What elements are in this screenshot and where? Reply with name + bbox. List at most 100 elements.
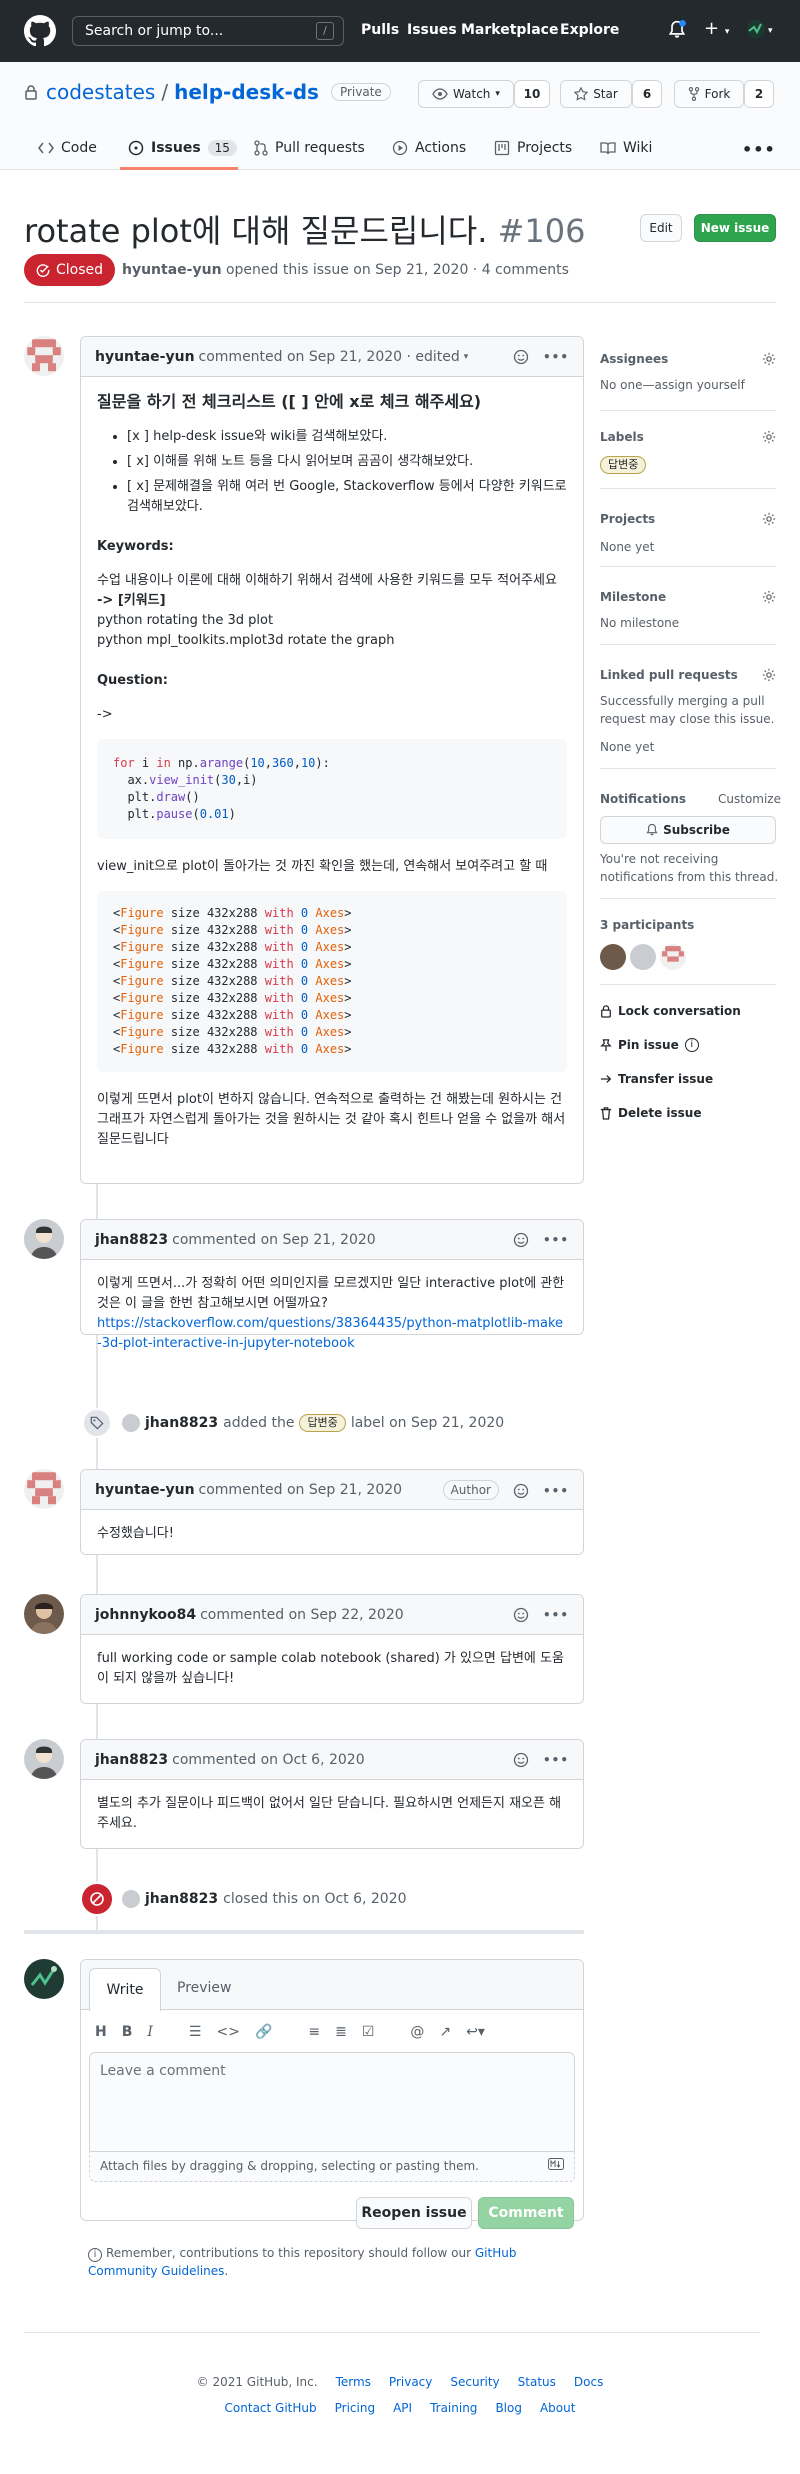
gear-icon[interactable]	[762, 512, 776, 526]
italic-icon[interactable]: I	[147, 2024, 153, 2040]
github-logo-icon[interactable]	[24, 15, 56, 47]
footer-link-terms[interactable]: Terms	[336, 2375, 371, 2389]
search-input[interactable]: Search or jump to...	[72, 16, 344, 46]
footer-link-training[interactable]: Training	[430, 2401, 477, 2415]
participant-avatar[interactable]	[600, 944, 626, 970]
kebab-menu-icon[interactable]: •••	[543, 1608, 569, 1622]
comment-author[interactable]: jhan8823	[95, 1752, 168, 1768]
nav-pulls[interactable]: Pulls	[361, 22, 399, 38]
avatar-jhan8823[interactable]	[24, 1219, 64, 1259]
reopen-issue-button[interactable]: Reopen issue	[356, 2197, 472, 2229]
footer-link-security[interactable]: Security	[450, 2375, 499, 2389]
attach-files-bar[interactable]: Attach files by dragging & dropping, sel…	[89, 2152, 575, 2182]
smiley-icon[interactable]	[513, 1483, 529, 1499]
repo-owner-link[interactable]: codestates	[46, 80, 155, 104]
sidebar-linked-title[interactable]: Linked pull requests	[600, 668, 738, 682]
unordered-list-icon[interactable]: ≡	[308, 2024, 320, 2040]
pin-issue-link[interactable]: Pin issue i	[600, 1038, 699, 1052]
gear-icon[interactable]	[762, 590, 776, 604]
avatar-jhan8823[interactable]	[24, 1739, 64, 1779]
link-icon[interactable]: 🔗	[255, 2024, 272, 2040]
footer-link-api[interactable]: API	[393, 2401, 412, 2415]
footer-link-privacy[interactable]: Privacy	[389, 2375, 432, 2389]
participant-avatar[interactable]	[630, 944, 656, 970]
more-horizontal-icon[interactable]: •••	[742, 140, 776, 159]
smiley-icon[interactable]	[513, 349, 529, 365]
label-pill[interactable]: 답변중	[600, 456, 647, 474]
lock-conversation-link[interactable]: Lock conversation	[600, 1004, 741, 1018]
sidebar-labels-title[interactable]: Labels	[600, 430, 644, 444]
tab-issues[interactable]: Issues 15	[128, 140, 237, 156]
participant-avatar[interactable]	[660, 944, 686, 970]
comment-author[interactable]: jhan8823	[95, 1232, 168, 1248]
event-actor[interactable]: jhan8823	[145, 1891, 218, 1907]
comment-author[interactable]: johnnykoo84	[95, 1607, 196, 1623]
star-button[interactable]: Star	[560, 80, 632, 108]
footer-link-status[interactable]: Status	[518, 2375, 556, 2389]
code-icon[interactable]: <>	[216, 2024, 239, 2040]
nav-issues[interactable]: Issues	[407, 22, 457, 38]
footer-link-blog[interactable]: Blog	[495, 2401, 522, 2415]
tab-projects[interactable]: Projects	[494, 140, 572, 156]
issue-author[interactable]: hyuntae-yun	[122, 262, 222, 278]
tab-actions[interactable]: Actions	[392, 140, 466, 156]
watch-button[interactable]: Watch ▾	[418, 80, 514, 108]
smiley-icon[interactable]	[513, 1752, 529, 1768]
avatar-hyuntae-yun[interactable]	[24, 336, 64, 376]
avatar-current-user[interactable]	[24, 1959, 64, 1999]
user-avatar-menu[interactable]: ▾	[746, 19, 778, 39]
footer-link-pricing[interactable]: Pricing	[335, 2401, 375, 2415]
mention-icon[interactable]: @	[410, 2024, 424, 2040]
sidebar-milestone-title[interactable]: Milestone	[600, 590, 666, 604]
avatar-jhan8823-small[interactable]	[122, 1890, 140, 1908]
tab-write[interactable]: Write	[89, 1968, 161, 2011]
cross-reference-icon[interactable]: ↗	[439, 2024, 451, 2040]
kebab-menu-icon[interactable]: •••	[543, 1484, 569, 1498]
tab-preview[interactable]: Preview	[177, 1980, 232, 1996]
fork-count[interactable]: 2	[744, 80, 774, 108]
task-list-icon[interactable]: ☑	[362, 2024, 375, 2040]
sidebar-assignees-value[interactable]: No one—assign yourself	[600, 378, 745, 392]
avatar-jhan8823-small[interactable]	[122, 1414, 140, 1432]
event-actor[interactable]: jhan8823	[145, 1415, 218, 1431]
star-count[interactable]: 6	[632, 80, 662, 108]
bold-icon[interactable]: B	[122, 2024, 133, 2040]
watch-count[interactable]: 10	[514, 80, 550, 108]
sidebar-label[interactable]: 답변중	[600, 456, 647, 474]
transfer-issue-link[interactable]: Transfer issue	[600, 1072, 713, 1086]
gear-icon[interactable]	[762, 668, 776, 682]
repo-name-link[interactable]: help-desk-ds	[174, 80, 319, 104]
edit-title-button[interactable]: Edit	[640, 214, 682, 242]
comment-author[interactable]: hyuntae-yun	[95, 1482, 195, 1498]
footer-link-docs[interactable]: Docs	[574, 2375, 603, 2389]
footer-link-about[interactable]: About	[540, 2401, 575, 2415]
customize-link[interactable]: Customize	[718, 792, 781, 806]
stackoverflow-link[interactable]: https://stackoverflow.com/questions/3836…	[97, 1316, 563, 1351]
footer-link-contact[interactable]: Contact GitHub	[225, 2401, 317, 2415]
nav-explore[interactable]: Explore	[560, 22, 619, 38]
subscribe-button[interactable]: Subscribe	[600, 816, 776, 844]
bell-icon[interactable]	[668, 20, 686, 40]
gear-icon[interactable]	[762, 430, 776, 444]
chevron-down-icon[interactable]: ▾	[464, 352, 469, 362]
tab-code[interactable]: Code	[38, 140, 97, 156]
sidebar-projects-title[interactable]: Projects	[600, 512, 655, 526]
delete-issue-link[interactable]: Delete issue	[600, 1106, 701, 1120]
gear-icon[interactable]	[762, 352, 776, 366]
kebab-menu-icon[interactable]: •••	[543, 350, 569, 364]
heading-icon[interactable]: H	[95, 2024, 107, 2040]
label-pill[interactable]: 답변중	[299, 1414, 346, 1432]
fork-button[interactable]: Fork	[674, 80, 744, 108]
tab-wiki[interactable]: Wiki	[600, 140, 652, 156]
comment-submit-button[interactable]: Comment	[478, 2197, 574, 2229]
new-issue-button[interactable]: New issue	[694, 214, 776, 242]
smiley-icon[interactable]	[513, 1607, 529, 1623]
smiley-icon[interactable]	[513, 1232, 529, 1248]
comment-author[interactable]: hyuntae-yun	[95, 349, 195, 365]
nav-marketplace[interactable]: Marketplace	[461, 22, 558, 38]
kebab-menu-icon[interactable]: •••	[543, 1753, 569, 1767]
sidebar-assignees-title[interactable]: Assignees	[600, 352, 668, 366]
comment-textarea[interactable]: Leave a comment	[89, 2052, 575, 2152]
avatar-johnnykoo84[interactable]	[24, 1594, 64, 1634]
reply-icon[interactable]: ↩▾	[466, 2024, 485, 2040]
